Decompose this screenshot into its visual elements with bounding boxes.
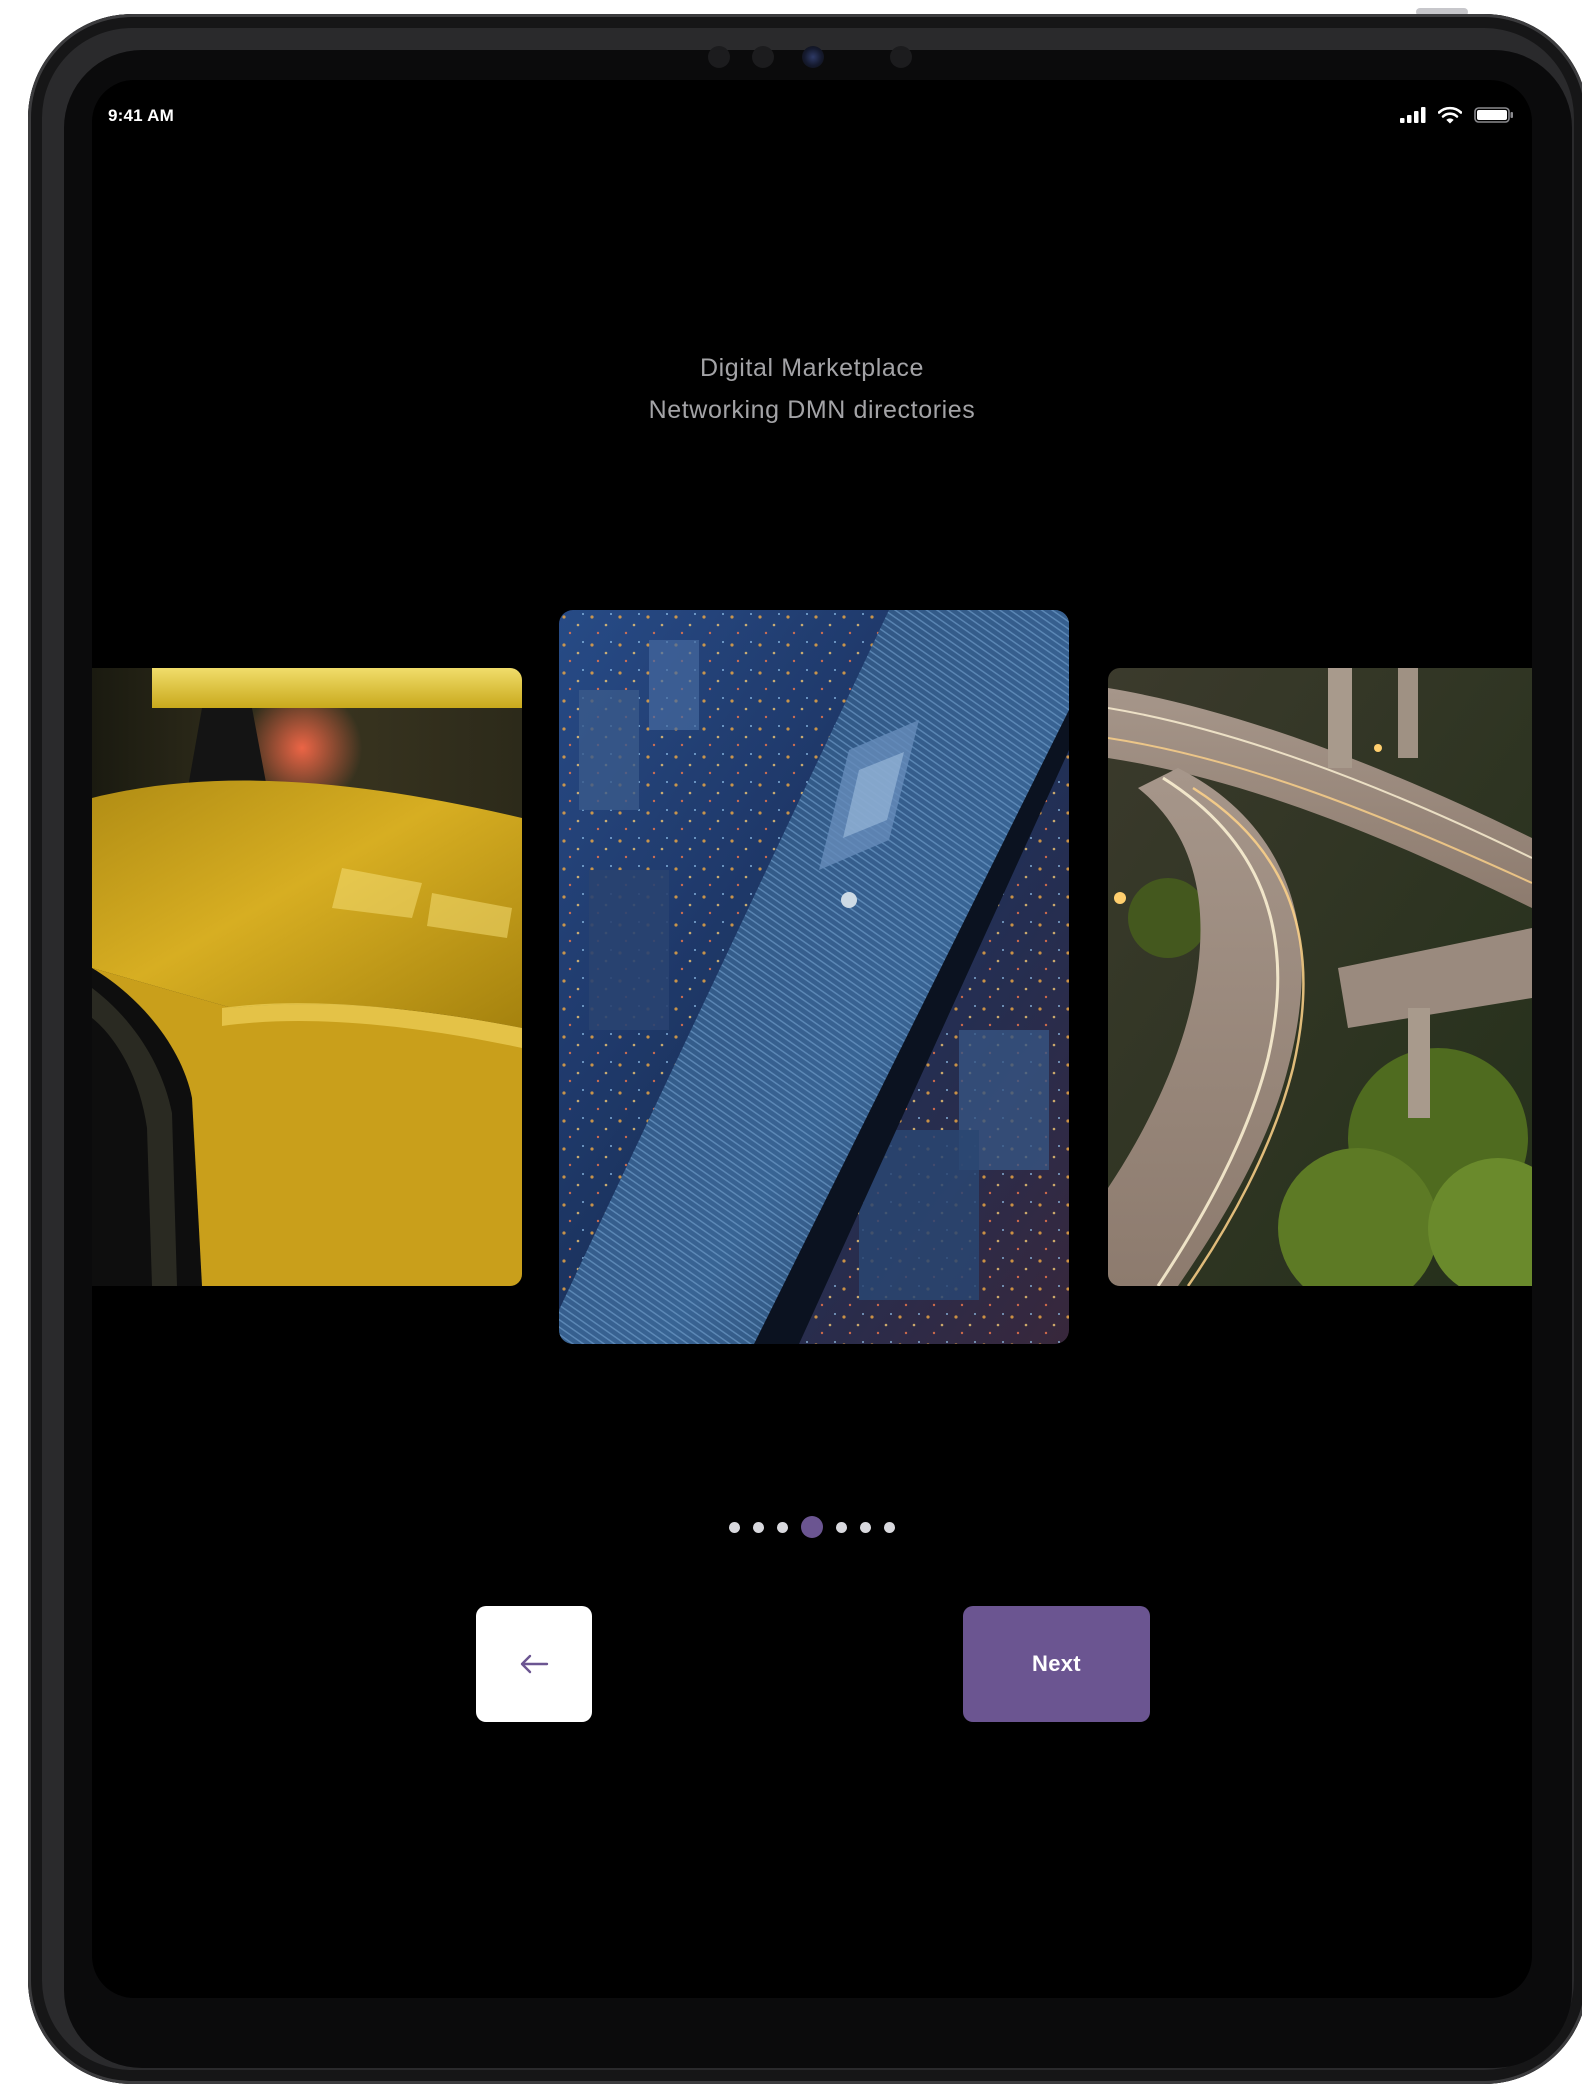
- status-bar: 9:41 AM: [92, 80, 1532, 150]
- app-screen: 9:41 AM Digital Marketplace Networking D…: [92, 80, 1532, 1998]
- cellular-signal-icon: [1400, 107, 1426, 123]
- next-button[interactable]: Next: [963, 1606, 1150, 1722]
- page-dot[interactable]: [860, 1521, 871, 1533]
- page-dot[interactable]: [753, 1521, 764, 1533]
- page-dot-active[interactable]: [801, 1516, 823, 1538]
- carousel-page-indicator[interactable]: [92, 1512, 1532, 1542]
- back-button[interactable]: [476, 1606, 592, 1722]
- carousel-slide-skyscraper[interactable]: [559, 610, 1069, 1344]
- skyscraper-photo: [559, 610, 1069, 1344]
- status-time: 9:41 AM: [108, 106, 174, 125]
- front-camera-icon: [802, 46, 824, 68]
- page-dot[interactable]: [884, 1521, 895, 1533]
- status-icons: [1400, 106, 1514, 124]
- carousel-slide-highway[interactable]: [1108, 668, 1532, 1286]
- page-dot[interactable]: [836, 1521, 847, 1533]
- page-dot[interactable]: [729, 1521, 740, 1533]
- battery-icon: [1474, 107, 1513, 123]
- taxi-photo: [92, 668, 522, 1286]
- front-sensor: [752, 46, 774, 68]
- front-sensor: [708, 46, 730, 68]
- highway-photo: [1108, 668, 1532, 1286]
- arrow-left-icon: [520, 1654, 549, 1674]
- onboarding-subtitle: Networking DMN directories: [648, 396, 976, 424]
- carousel-slide-taxi[interactable]: [92, 668, 522, 1286]
- page-dot[interactable]: [777, 1521, 788, 1533]
- wifi-icon: [1438, 106, 1462, 124]
- onboarding-title: Digital Marketplace: [700, 354, 924, 382]
- front-sensor: [890, 46, 912, 68]
